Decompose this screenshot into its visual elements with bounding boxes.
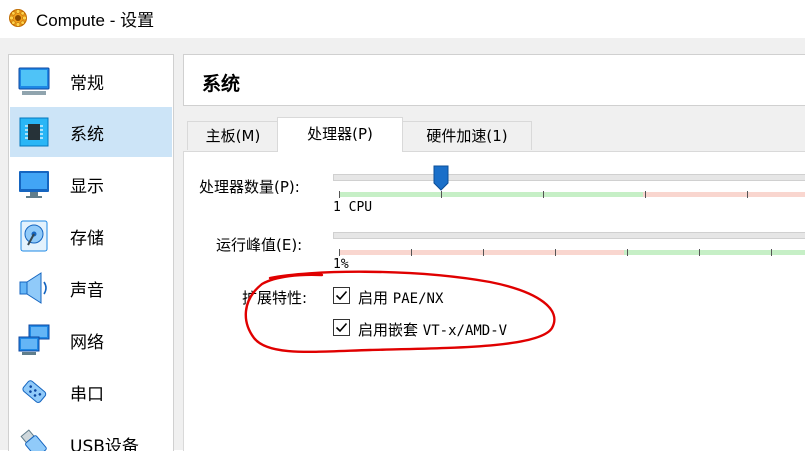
scale-tick [339,191,340,198]
scale-tick [627,249,628,256]
scale-min-label: 1% [333,257,349,272]
page-header: 系统 [183,54,805,106]
slider-track [333,232,805,239]
pae-nx-checkbox[interactable] [333,287,350,304]
sidebar-item-label: 存储 [70,229,104,249]
speaker-icon [19,272,47,304]
scale-tick [699,249,700,256]
sidebar-item-label: 声音 [70,281,104,301]
scale-tick [411,249,412,256]
scale-tick [441,191,442,198]
extended-features-label: 扩展特性: [242,289,308,307]
display-icon [19,171,49,198]
serial-port-icon [22,380,47,403]
usb-icon [20,429,47,451]
scale-tick [555,249,556,256]
scale-tick [771,249,772,256]
pae-nx-checkbox-label: 启用 PAE/NX [358,289,444,307]
sidebar-item-display[interactable]: 显示 [10,159,172,209]
processor-count-label: 处理器数量(P): [199,178,300,196]
sidebar-item-usb[interactable]: USB设备 [10,419,172,451]
scale-min-label: 1 CPU [333,200,373,215]
title-bar: Compute - 设置 [0,0,805,36]
nested-vtx-checkbox[interactable] [333,319,350,336]
scale-tick [339,249,340,256]
sidebar-item-serial[interactable]: 串口 [10,367,172,417]
tab-processor[interactable]: 处理器(P) [277,117,403,152]
window-title: Compute - 设置 [36,11,155,30]
monitor-general-icon [18,67,50,95]
sidebar-item-label: 常规 [70,74,104,94]
scale-tick [483,249,484,256]
sidebar-item-storage[interactable]: 存储 [10,211,172,261]
tab-motherboard[interactable]: 主板(M) [187,121,279,150]
scale-valid-range [624,250,805,255]
chip-icon [19,117,49,147]
slider-track [333,174,805,181]
scale-tick [645,191,646,198]
gear-app-icon [9,9,27,27]
sidebar-item-label: 串口 [70,385,104,405]
tab-acceleration[interactable]: 硬件加速(1) [402,121,532,150]
network-icon [18,324,50,355]
sidebar-item-label: 网络 [70,333,104,353]
sidebar-item-label: USB设备 [70,437,139,451]
scale-valid-range [339,192,643,197]
sidebar-item-system[interactable]: 系统 [10,107,172,157]
page-title: 系统 [202,73,241,95]
sidebar-item-label: 显示 [70,177,104,197]
nested-vtx-checkbox-label: 启用嵌套 VT-x/AMD-V [358,321,508,339]
sidebar-item-audio[interactable]: 声音 [10,263,172,313]
settings-sidebar: 常规 系统 显示 存储 声音 网络 串口 USB设备 [8,54,174,451]
scale-warning-range [339,250,624,255]
slider-thumb[interactable] [433,165,449,191]
sidebar-item-network[interactable]: 网络 [10,315,172,365]
storage-disk-icon [20,220,48,252]
checkmark-icon [335,290,348,301]
checkmark-icon [335,322,348,333]
tab-bar: 主板(M) 处理器(P) 硬件加速(1) [183,117,805,152]
scale-tick [543,191,544,198]
sidebar-item-general[interactable]: 常规 [10,56,172,106]
scale-warning-range [643,192,805,197]
scale-tick [747,191,748,198]
execution-cap-label: 运行峰值(E): [216,236,303,254]
sidebar-item-label: 系统 [70,125,104,145]
